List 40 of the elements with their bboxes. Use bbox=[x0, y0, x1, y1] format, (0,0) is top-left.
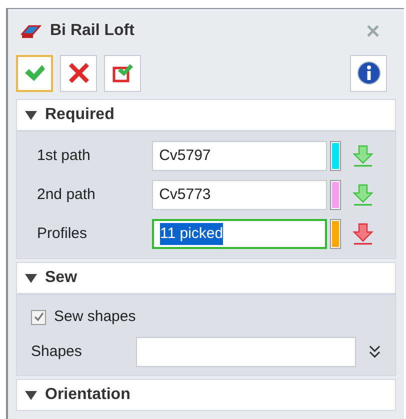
field-label: 1st path bbox=[37, 146, 92, 166]
collapse-triangle-icon bbox=[25, 110, 37, 120]
checkbox-label: Sew shapes bbox=[54, 306, 136, 327]
section-title: Required bbox=[45, 105, 114, 125]
checkbox[interactable] bbox=[31, 310, 46, 324]
input-field[interactable]: Cv5773 bbox=[152, 180, 327, 210]
section-header[interactable]: Sew bbox=[16, 262, 396, 294]
color-swatch[interactable] bbox=[332, 143, 339, 169]
field-value: 11 picked bbox=[160, 222, 224, 246]
info-icon bbox=[356, 61, 380, 85]
input-field[interactable]: Cv5797 bbox=[152, 141, 327, 171]
apply-button[interactable] bbox=[104, 54, 141, 92]
field-label: Profiles bbox=[37, 224, 88, 244]
info-button[interactable] bbox=[350, 54, 387, 92]
download-arrow-icon[interactable] bbox=[351, 144, 375, 168]
collapse-triangle-icon bbox=[25, 274, 37, 282]
color-swatch[interactable] bbox=[332, 182, 339, 208]
field-label: 2nd path bbox=[37, 184, 96, 205]
close-icon bbox=[68, 62, 90, 84]
close-icon[interactable] bbox=[366, 24, 380, 38]
section-header[interactable]: Orientation bbox=[16, 379, 396, 411]
field-value: Cv5773 bbox=[159, 184, 211, 205]
field-value: Cv5797 bbox=[159, 146, 211, 166]
download-arrow-icon[interactable] bbox=[351, 183, 375, 207]
cancel-button[interactable] bbox=[60, 54, 97, 92]
section-header[interactable]: Required bbox=[16, 99, 396, 131]
checkbox-tick-icon bbox=[112, 63, 134, 83]
window-title: Bi Rail Loft bbox=[50, 21, 136, 41]
checkmark-icon bbox=[24, 64, 46, 82]
input-field[interactable]: 11 picked bbox=[152, 219, 327, 249]
download-arrow-icon[interactable] bbox=[351, 222, 375, 246]
field-label: Shapes bbox=[31, 342, 83, 362]
collapse-triangle-icon bbox=[25, 390, 37, 400]
section-title: Orientation bbox=[45, 385, 130, 405]
section-title: Sew bbox=[45, 268, 78, 288]
input-field[interactable] bbox=[136, 337, 356, 367]
color-swatch[interactable] bbox=[332, 221, 339, 247]
double-chevron-down-icon[interactable] bbox=[368, 344, 381, 360]
checkmark-icon bbox=[34, 312, 44, 322]
ok-button[interactable] bbox=[16, 54, 53, 92]
